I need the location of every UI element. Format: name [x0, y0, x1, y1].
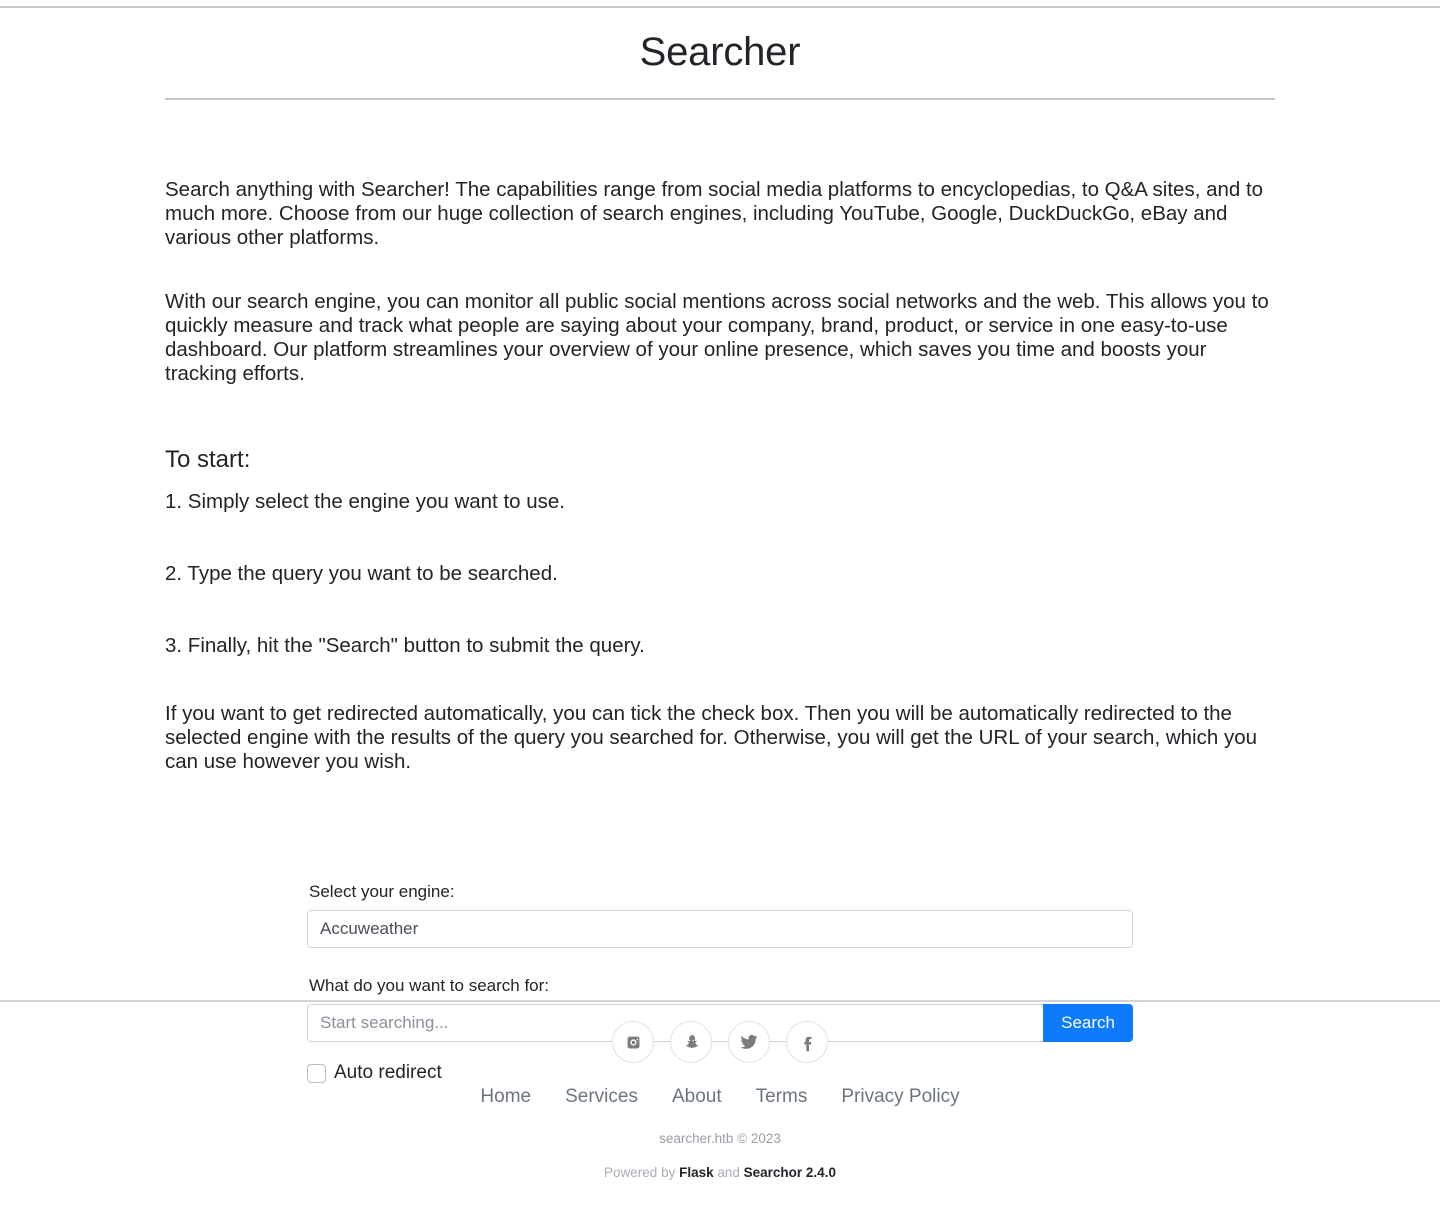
copyright-text: searcher.htb © 2023 [659, 1131, 781, 1146]
footer-link-about[interactable]: About [672, 1086, 722, 1108]
query-label: What do you want to search for: [309, 976, 550, 995]
instruction-step-3: 3. Finally, hit the "Search" button to s… [165, 634, 645, 657]
intro-paragraph-2: With our search engine, you can monitor … [165, 290, 1269, 385]
form-spacer [307, 948, 1133, 976]
searchor-link[interactable]: Searchor 2.4.0 [744, 1165, 836, 1180]
instructions-heading: To start: [165, 446, 251, 473]
facebook-icon [798, 1033, 817, 1052]
engine-label: Select your engine: [309, 882, 455, 901]
engine-select[interactable]: Accuweather [307, 910, 1133, 948]
social-link-facebook[interactable] [786, 1021, 828, 1063]
instruction-step-2: 2. Type the query you want to be searche… [165, 562, 558, 585]
flask-link[interactable]: Flask [679, 1165, 714, 1180]
social-link-snapchat[interactable] [670, 1021, 712, 1063]
instruction-step-1: 1. Simply select the engine you want to … [165, 490, 565, 513]
page-footer: Home Services About Terms Privacy Policy… [0, 1002, 1440, 1181]
page-title: Searcher [639, 30, 801, 74]
footer-link-terms[interactable]: Terms [756, 1086, 808, 1108]
instagram-icon [624, 1033, 643, 1052]
twitter-icon [739, 1032, 759, 1052]
footer-link-privacy-policy[interactable]: Privacy Policy [841, 1086, 959, 1108]
powered-prefix: Powered by [604, 1165, 680, 1180]
snapchat-icon [682, 1033, 701, 1052]
social-link-twitter[interactable] [728, 1021, 770, 1063]
auto-redirect-note: If you want to get redirected automatica… [165, 702, 1258, 773]
social-link-instagram[interactable] [612, 1021, 654, 1063]
page-container: Searcher Search anything with Searcher! … [165, 0, 1275, 1084]
footer-link-services[interactable]: Services [565, 1086, 638, 1108]
powered-by-text: Powered by Flask and Searchor 2.4.0 [0, 1165, 1440, 1181]
footer-nav: Home Services About Terms Privacy Policy [0, 1086, 1440, 1108]
intro-section: Search anything with Searcher! The capab… [165, 100, 1275, 774]
powered-joiner: and [713, 1165, 744, 1180]
social-links [0, 1002, 1440, 1063]
top-divider [0, 6, 1440, 8]
footer-link-home[interactable]: Home [480, 1086, 531, 1108]
intro-paragraph-1: Search anything with Searcher! The capab… [165, 178, 1264, 249]
